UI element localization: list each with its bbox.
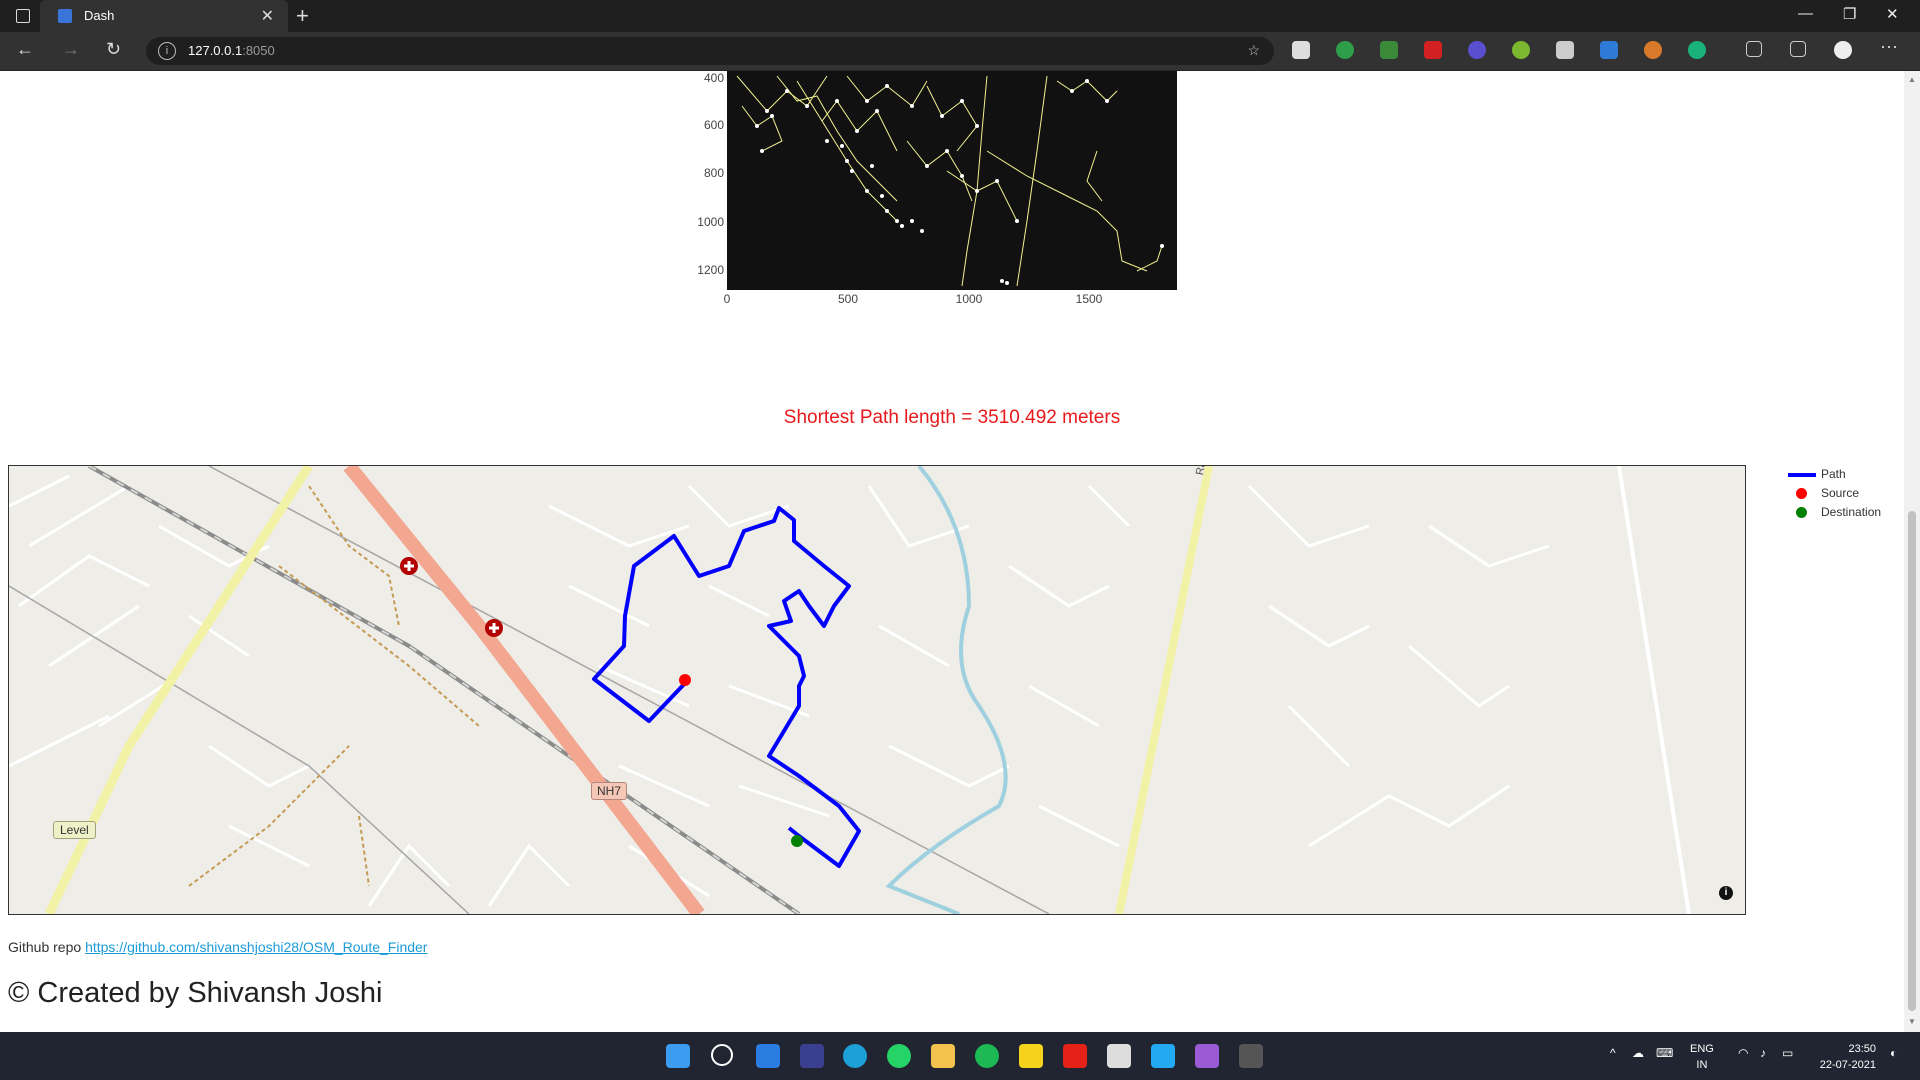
powershell-icon[interactable] (800, 1044, 824, 1068)
extension-grid-icon[interactable] (1292, 41, 1310, 59)
legend-line-swatch (1788, 473, 1816, 477)
spotify-icon[interactable] (975, 1044, 999, 1068)
scroll-down-icon[interactable]: ▼ (1908, 1017, 1916, 1026)
extension-wave-icon[interactable] (1600, 41, 1618, 59)
address-url: 127.0.0.1:8050 (188, 43, 275, 58)
windows-taskbar: ^ ☁ ⌨ ENG IN ◠ ♪ ▭ 23:50 22-07-2021 ◐ (0, 1032, 1920, 1080)
clock-date: 22-07-2021 (1819, 1059, 1876, 1071)
page-scrollbar[interactable]: ▲ ▼ (1904, 71, 1920, 1032)
extension-reader-icon[interactable] (1556, 41, 1574, 59)
map-label-level: Level (53, 821, 96, 839)
restore-icon[interactable]: ❐ (1843, 5, 1856, 23)
legend-dot-swatch (1796, 488, 1807, 499)
minimize-icon[interactable]: — (1798, 5, 1813, 22)
favorites-icon[interactable] (1746, 41, 1762, 57)
vscode-icon[interactable] (1151, 1044, 1175, 1068)
dash-favicon-icon (58, 9, 72, 23)
destination-marker[interactable] (791, 835, 803, 847)
legend-label: Source (1821, 486, 1860, 500)
y-tick-label: 1000 (697, 215, 724, 229)
tray-chevron-icon[interactable]: ^ (1610, 1046, 1616, 1060)
close-window-icon[interactable]: ✕ (1886, 5, 1899, 23)
git-icon[interactable] (1195, 1044, 1219, 1068)
y-tick-label: 800 (703, 166, 724, 180)
new-tab-icon[interactable]: + (296, 3, 309, 29)
tab-dash[interactable]: Dash ✕ (40, 0, 288, 32)
scroll-up-icon[interactable]: ▲ (1908, 75, 1916, 84)
github-repo-link[interactable]: https://github.com/shivanshjoshi28/OSM_R… (85, 939, 427, 955)
whatsapp-icon[interactable] (887, 1044, 911, 1068)
tab-title: Dash (84, 8, 115, 23)
language-indicator[interactable]: ENG IN (1690, 1041, 1714, 1073)
legend-item-destination[interactable]: Destination (1786, 503, 1881, 522)
more-menu-icon[interactable]: ··· (1880, 36, 1898, 57)
y-tick-label: 600 (703, 118, 724, 132)
page-content: 400 600 800 1000 1200 0 500 1000 1500 Sh… (0, 71, 1904, 1032)
profile-avatar[interactable] (1834, 41, 1852, 59)
clock-time: 23:50 (1848, 1043, 1876, 1055)
start-icon[interactable] (666, 1044, 690, 1068)
credit-text: © Created by Shivansh Joshi (8, 977, 383, 1009)
x-tick-label: 1000 (955, 292, 983, 306)
back-icon[interactable]: ← (16, 39, 34, 60)
network-graph-svg (736, 75, 1164, 287)
terminal-icon[interactable] (1239, 1044, 1263, 1068)
extension-purple-icon[interactable] (1468, 41, 1486, 59)
forward-icon[interactable]: → (62, 39, 80, 60)
map-svg (9, 466, 1691, 914)
legend-label: Path (1821, 467, 1846, 481)
sticky-notes-icon[interactable] (1019, 1044, 1043, 1068)
route-map[interactable]: Level NH7 Raipur Ro i (8, 465, 1746, 915)
system-clock[interactable]: 23:50 22-07-2021 (1812, 1041, 1876, 1073)
grammarly-icon[interactable] (1688, 41, 1706, 59)
youtube-icon[interactable] (1063, 1044, 1087, 1068)
y-tick-label: 400 (703, 71, 724, 85)
x-tick-label: 0 (723, 292, 731, 306)
extension-green-icon[interactable] (1336, 41, 1354, 59)
map-label-nh7: NH7 (591, 782, 628, 800)
legend-label: Destination (1821, 505, 1882, 519)
collections-icon[interactable] (1790, 41, 1806, 57)
widgets-icon[interactable] (756, 1044, 780, 1068)
battery-icon[interactable]: ▭ (1782, 1046, 1793, 1060)
language-code: ENG (1690, 1043, 1714, 1055)
extension-red-icon[interactable] (1424, 41, 1442, 59)
network-graph-plot[interactable] (727, 71, 1177, 290)
refresh-icon[interactable]: ↻ (106, 39, 121, 60)
browser-tab-bar: Dash ✕ + — ❐ ✕ (0, 0, 1920, 32)
github-repo-line: Github repo https://github.com/shivanshj… (8, 939, 427, 955)
scroll-thumb[interactable] (1908, 511, 1916, 1011)
map-attribution-info-icon[interactable]: i (1719, 886, 1733, 900)
region-code: IN (1696, 1059, 1708, 1071)
close-tab-icon[interactable]: ✕ (261, 6, 274, 26)
extension-plus-icon[interactable] (1512, 41, 1530, 59)
extension-orange-icon[interactable] (1644, 41, 1662, 59)
x-tick-label: 500 (837, 292, 859, 306)
y-tick-label: 1200 (697, 263, 724, 277)
extension-translate-icon[interactable] (1380, 41, 1398, 59)
add-favorite-icon[interactable]: ☆ (1247, 42, 1260, 59)
edge-icon[interactable] (843, 1044, 867, 1068)
x-tick-label: 1500 (1075, 292, 1103, 306)
browser-toolbar: ← → ↻ i 127.0.0.1:8050 ☆ ··· (0, 32, 1920, 71)
github-desktop-icon[interactable] (1107, 1044, 1131, 1068)
tab-actions-icon[interactable] (16, 9, 30, 23)
legend-dot-swatch (1796, 507, 1807, 518)
map-legend: Path Source Destination (1786, 465, 1881, 522)
legend-item-path[interactable]: Path (1786, 465, 1881, 484)
github-label: Github repo (8, 939, 82, 955)
keyboard-icon[interactable]: ⌨ (1656, 1046, 1673, 1060)
source-marker[interactable] (679, 674, 691, 686)
legend-item-source[interactable]: Source (1786, 484, 1881, 503)
volume-icon[interactable]: ♪ (1760, 1046, 1766, 1060)
wifi-icon[interactable]: ◠ (1738, 1046, 1748, 1060)
onedrive-icon[interactable]: ☁ (1632, 1046, 1644, 1060)
site-info-icon[interactable]: i (158, 42, 176, 60)
focus-assist-icon[interactable]: ◐ (1890, 1046, 1897, 1060)
shortest-path-length: Shortest Path length = 3510.492 meters (783, 407, 1121, 428)
file-explorer-icon[interactable] (931, 1044, 955, 1068)
search-icon[interactable] (711, 1044, 733, 1066)
address-bar[interactable]: i 127.0.0.1:8050 ☆ (146, 37, 1274, 65)
